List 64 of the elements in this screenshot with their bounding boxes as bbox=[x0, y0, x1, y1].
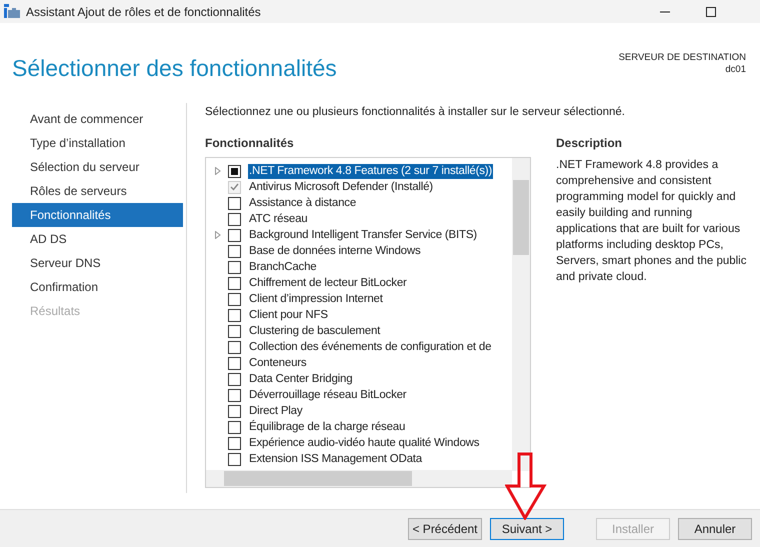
feature-label[interactable]: BranchCache bbox=[248, 260, 318, 275]
scrollbar-thumb[interactable] bbox=[513, 180, 529, 256]
feature-label[interactable]: Clustering de basculement bbox=[248, 324, 382, 339]
checkbox[interactable] bbox=[228, 196, 241, 210]
arrow-annotation bbox=[505, 452, 547, 520]
checkbox[interactable] bbox=[228, 260, 241, 274]
checkbox[interactable] bbox=[228, 324, 241, 338]
wizard-button[interactable]: Annuler bbox=[678, 518, 752, 540]
wizard-button[interactable]: Suivant > bbox=[490, 518, 564, 540]
feature-label[interactable]: Chiffrement de lecteur BitLocker bbox=[248, 276, 408, 291]
description-text: .NET Framework 4.8 provides a comprehensive and consistent programming model for quickly and easily building and running applications that are built for various platforms including desktop PCs, Servers, smart phones and the public and private cloud. bbox=[556, 158, 748, 286]
checkbox[interactable] bbox=[228, 212, 241, 226]
checkbox[interactable] bbox=[228, 276, 241, 290]
nav-step[interactable]: Type d’installation bbox=[12, 131, 183, 155]
feature-label[interactable]: ATC réseau bbox=[248, 212, 309, 227]
checkbox[interactable] bbox=[228, 292, 241, 306]
feature-label[interactable]: Base de données interne Windows bbox=[248, 244, 422, 259]
feature-label[interactable]: Collection des événements de configuration et de bbox=[248, 340, 492, 355]
scrollbar-thumb[interactable] bbox=[224, 471, 412, 486]
vertical-scrollbar[interactable] bbox=[512, 158, 530, 472]
feature-label[interactable]: Extension ISS Management OData bbox=[248, 452, 423, 467]
horizontal-scrollbar[interactable] bbox=[206, 470, 512, 488]
window-title: Assistant Ajout de rôles et de fonctionnalités bbox=[26, 4, 261, 20]
checkbox[interactable] bbox=[228, 340, 241, 354]
feature-label[interactable]: Background Intelligent Transfer Service (BITS) bbox=[248, 228, 478, 243]
checkbox[interactable] bbox=[228, 452, 241, 466]
server-name: dc01 bbox=[725, 64, 746, 76]
feature-label[interactable]: Data Center Bridging bbox=[248, 372, 354, 387]
checkbox[interactable] bbox=[228, 228, 241, 242]
nav-step[interactable]: Rôles de serveurs bbox=[12, 179, 183, 203]
feature-label[interactable]: Équilibrage de la charge réseau bbox=[248, 420, 406, 435]
expand-icon[interactable] bbox=[215, 167, 221, 176]
checkbox[interactable] bbox=[228, 164, 241, 178]
page-title: Sélectionner des fonctionnalités bbox=[12, 54, 337, 83]
instruction-text: Sélectionnez une ou plusieurs fonctionnalités à installer sur le serveur sélectionné. bbox=[205, 105, 626, 120]
app-icon bbox=[4, 4, 20, 19]
feature-label[interactable]: Client pour NFS bbox=[248, 308, 329, 323]
wizard-button[interactable]: < Précédent bbox=[408, 518, 482, 540]
checkbox[interactable] bbox=[228, 436, 241, 450]
nav-step[interactable]: Avant de commencer bbox=[12, 107, 183, 131]
features-heading: Fonctionnalités bbox=[205, 135, 295, 152]
checkbox[interactable] bbox=[228, 244, 241, 258]
checkbox[interactable] bbox=[228, 388, 241, 402]
feature-label[interactable]: Déverrouillage réseau BitLocker bbox=[248, 388, 408, 403]
checkbox[interactable] bbox=[228, 356, 241, 370]
expand-icon[interactable] bbox=[215, 231, 221, 240]
checkbox[interactable] bbox=[228, 404, 241, 418]
nav-step[interactable]: Sélection du serveur bbox=[12, 155, 183, 179]
destination-label: SERVEUR DE DESTINATION bbox=[618, 52, 746, 64]
nav-step[interactable]: Serveur DNS bbox=[12, 251, 183, 275]
nav-step[interactable]: Confirmation bbox=[12, 275, 183, 299]
nav-step[interactable]: AD DS bbox=[12, 227, 183, 251]
checkbox[interactable] bbox=[228, 308, 241, 322]
feature-label[interactable]: Client d’impression Internet bbox=[248, 292, 384, 307]
feature-label[interactable]: Expérience audio-vidéo haute qualité Windows bbox=[248, 436, 480, 451]
feature-label[interactable]: Direct Play bbox=[248, 404, 304, 419]
feature-label[interactable]: .NET Framework 4.8 Features (2 sur 7 installé(s)) bbox=[248, 164, 494, 179]
description-heading: Description bbox=[556, 135, 624, 152]
checkbox[interactable] bbox=[228, 420, 241, 434]
feature-label[interactable]: Assistance à distance bbox=[248, 196, 358, 211]
nav-step[interactable]: Fonctionnalités bbox=[12, 203, 183, 227]
feature-label[interactable]: Conteneurs bbox=[248, 356, 308, 371]
checkbox[interactable] bbox=[228, 372, 241, 386]
maximize-icon[interactable] bbox=[706, 6, 716, 16]
